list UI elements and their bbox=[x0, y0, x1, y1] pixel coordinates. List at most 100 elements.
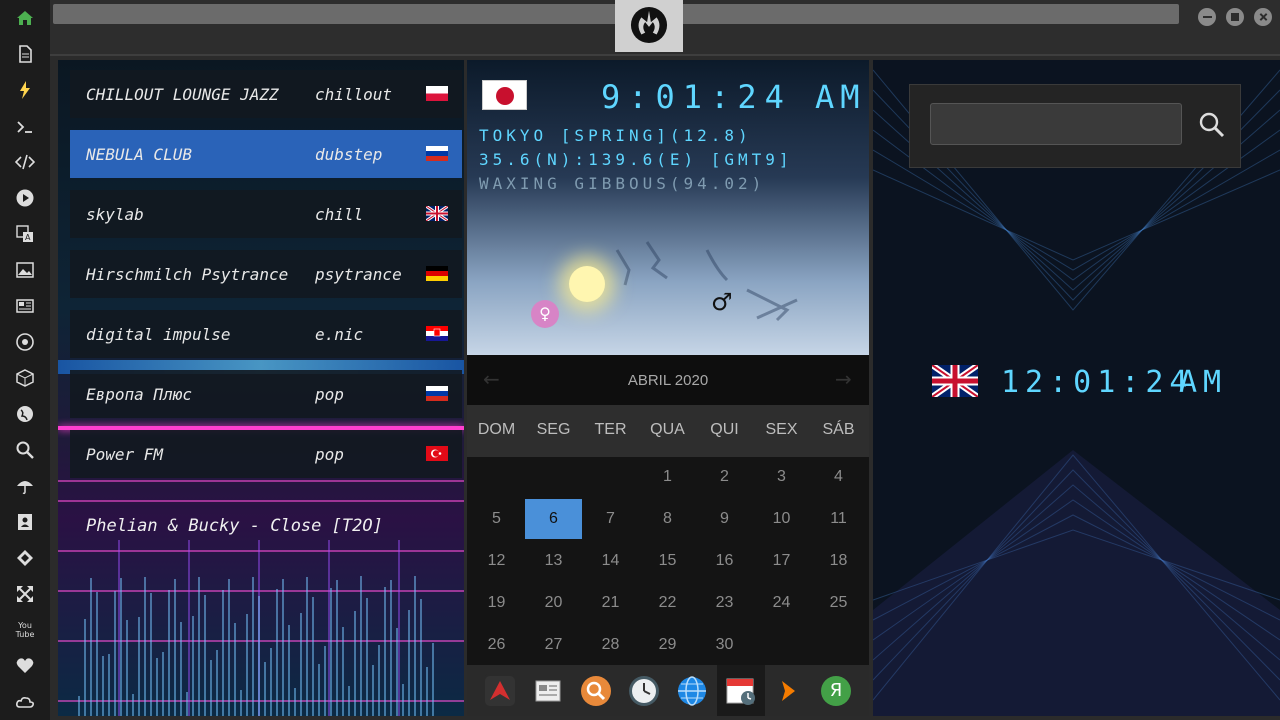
clock-app-icon[interactable] bbox=[627, 674, 661, 708]
calendar-day[interactable]: 19 bbox=[468, 583, 525, 623]
desktop-app: A You Tube CHILLOUT LOUNGE JAZZ chillout… bbox=[0, 0, 1280, 720]
news-icon[interactable] bbox=[13, 294, 37, 318]
cube-icon[interactable] bbox=[13, 366, 37, 390]
station-row[interactable]: Hirschmilch Psytrance psytrance bbox=[70, 250, 462, 298]
visualizer-bar bbox=[138, 617, 140, 716]
visualizer-bar bbox=[204, 594, 206, 716]
calendar-header: ← ABRIL 2020 → bbox=[467, 355, 869, 405]
image-icon[interactable] bbox=[13, 258, 37, 282]
cloud-icon[interactable] bbox=[13, 690, 37, 714]
station-row[interactable]: Европа Плюс pop bbox=[70, 370, 462, 418]
visualizer-bar bbox=[330, 587, 332, 716]
next-month-button[interactable]: → bbox=[835, 367, 852, 391]
code-icon[interactable] bbox=[13, 150, 37, 174]
calendar-day[interactable]: 1 bbox=[639, 457, 696, 497]
search-button[interactable] bbox=[1192, 105, 1232, 145]
news-reader-icon[interactable] bbox=[531, 674, 565, 708]
now-playing-track: Phelian & Bucky - Close [T2O] bbox=[86, 516, 383, 536]
grid-line bbox=[58, 500, 464, 502]
calendar-day[interactable]: 7 bbox=[582, 499, 639, 539]
youtube-icon[interactable]: You Tube bbox=[13, 618, 37, 642]
calendar-day[interactable]: 9 bbox=[696, 499, 753, 539]
visualizer-bar bbox=[252, 576, 254, 716]
rebel-emblem-tab[interactable] bbox=[615, 0, 683, 52]
calendar-day[interactable]: 22 bbox=[639, 583, 696, 623]
visualizer-bar bbox=[342, 626, 344, 716]
calendar-day[interactable]: 21 bbox=[582, 583, 639, 623]
calendar-day[interactable]: 15 bbox=[639, 541, 696, 581]
search-app-icon[interactable] bbox=[579, 674, 613, 708]
document-icon[interactable] bbox=[13, 42, 37, 66]
globe-icon[interactable] bbox=[13, 402, 37, 426]
yandex-icon[interactable]: Я bbox=[819, 674, 853, 708]
station-row[interactable]: NEBULA CLUB dubstep bbox=[70, 130, 462, 178]
calendar-day[interactable]: 8 bbox=[639, 499, 696, 539]
calendar-day[interactable]: 2 bbox=[696, 457, 753, 497]
calendar-day[interactable]: 26 bbox=[468, 625, 525, 665]
visualizer-bar bbox=[294, 687, 296, 716]
venus-icon: ♀ bbox=[531, 300, 559, 328]
calendar-app-icon[interactable] bbox=[724, 674, 758, 708]
tokyo-ampm: AM bbox=[815, 78, 866, 116]
calendar-day[interactable]: 3 bbox=[753, 457, 810, 497]
calendar-day[interactable]: 16 bbox=[696, 541, 753, 581]
flash-icon[interactable] bbox=[13, 78, 37, 102]
calendar-day[interactable]: 24 bbox=[753, 583, 810, 623]
calendar-day[interactable]: 17 bbox=[753, 541, 810, 581]
visualizer-bar bbox=[78, 696, 80, 716]
station-row[interactable]: Power FM pop bbox=[70, 430, 462, 478]
resize-icon[interactable] bbox=[13, 582, 37, 606]
red-launcher-icon[interactable] bbox=[483, 674, 517, 708]
maximize-button[interactable] bbox=[1226, 8, 1244, 26]
calendar-day[interactable]: 27 bbox=[525, 625, 582, 665]
rebel-icon[interactable] bbox=[13, 330, 37, 354]
home-icon[interactable] bbox=[13, 6, 37, 30]
station-row[interactable]: CHILLOUT LOUNGE JAZZ chillout bbox=[70, 70, 462, 118]
visualizer-bar bbox=[312, 596, 314, 716]
translate-icon[interactable]: A bbox=[13, 222, 37, 246]
station-row[interactable]: digital impulse e.nic bbox=[70, 310, 462, 358]
calendar-day[interactable]: 30 bbox=[696, 625, 753, 665]
visualizer-bar bbox=[180, 621, 182, 716]
bug-icon[interactable] bbox=[13, 546, 37, 570]
calendar-day[interactable]: 4 bbox=[810, 457, 867, 497]
visualizer-bar bbox=[228, 578, 230, 716]
play-icon[interactable] bbox=[13, 186, 37, 210]
calendar-day[interactable]: 5 bbox=[468, 499, 525, 539]
heart-icon[interactable] bbox=[13, 654, 37, 678]
svg-text:A: A bbox=[25, 233, 31, 242]
calendar-day[interactable]: 14 bbox=[582, 541, 639, 581]
russia-flag-icon bbox=[426, 386, 448, 401]
calendar-day[interactable]: 6 bbox=[525, 499, 582, 539]
visualizer-bar bbox=[102, 655, 104, 716]
calendar: ← ABRIL 2020 → DOM SEG TER QUA QUI SEX S… bbox=[467, 355, 869, 665]
search-input[interactable] bbox=[930, 103, 1182, 145]
visualizer-bar bbox=[384, 586, 386, 716]
calendar-day[interactable]: 28 bbox=[582, 625, 639, 665]
close-button[interactable] bbox=[1254, 8, 1272, 26]
grid-line bbox=[398, 540, 400, 716]
globe-app-icon[interactable] bbox=[675, 674, 709, 708]
tokyo-coordinates: 35.6(N):139.6(E) [GMT9] bbox=[479, 150, 793, 169]
calendar-day[interactable]: 20 bbox=[525, 583, 582, 623]
calendar-day[interactable]: 12 bbox=[468, 541, 525, 581]
play-arrow-icon[interactable] bbox=[771, 674, 805, 708]
calendar-day[interactable]: 13 bbox=[525, 541, 582, 581]
station-genre: e.nic bbox=[315, 324, 364, 344]
minimize-button[interactable] bbox=[1198, 8, 1216, 26]
calendar-day[interactable]: 23 bbox=[696, 583, 753, 623]
calendar-day[interactable]: 18 bbox=[810, 541, 867, 581]
visualizer-bar bbox=[306, 576, 308, 716]
uk-flag-icon bbox=[932, 365, 978, 397]
umbrella-icon[interactable] bbox=[13, 474, 37, 498]
calendar-day[interactable]: 29 bbox=[639, 625, 696, 665]
search-icon[interactable] bbox=[13, 438, 37, 462]
calendar-day[interactable]: 11 bbox=[810, 499, 867, 539]
contact-icon[interactable] bbox=[13, 510, 37, 534]
visualizer-bar bbox=[288, 625, 290, 716]
station-row[interactable]: skylab chill bbox=[70, 190, 462, 238]
terminal-icon[interactable] bbox=[13, 115, 37, 139]
calendar-day[interactable]: 10 bbox=[753, 499, 810, 539]
visualizer-bar bbox=[354, 611, 356, 716]
calendar-day[interactable]: 25 bbox=[810, 583, 867, 623]
